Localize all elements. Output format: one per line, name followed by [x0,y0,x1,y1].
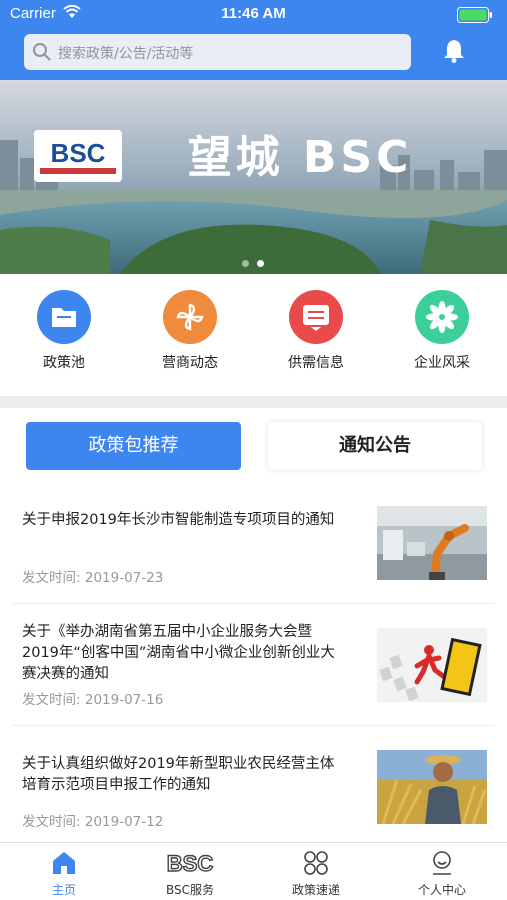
tab-policy-recommend[interactable]: 政策包推荐 [26,422,241,470]
quick-item-label: 企业风采 [414,355,470,371]
top-header: 搜索政策/公告/活动等 [0,28,507,80]
quick-item-label: 政策池 [43,355,85,371]
quick-item-label: 供需信息 [288,355,344,371]
status-bar: Carrier 11:46 AM [0,0,507,28]
grid-circles-icon [304,851,328,875]
pager-dot[interactable] [242,260,249,267]
section-divider [0,396,507,408]
quick-item-label: 营商动态 [162,355,218,371]
quick-item-enterprise-showcase[interactable]: 企业风采 [392,290,492,372]
list-item[interactable]: 关于《举办湖南省第五届中小企业服务大会暨2019年“创客中国”湖南省中小微企业创… [12,604,495,726]
bottom-tab-bar: 主页 BSC BSC服务 政策速递 个人中心 [0,842,507,900]
quick-item-policy-pool[interactable]: 政策池 [14,290,114,372]
news-list: 关于申报2019年长沙市智能制造专项项目的通知 发文时间: 2019-07-23… [0,482,507,848]
tabbar-item-profile[interactable]: 个人中心 [392,849,492,898]
news-date: 发文时间: 2019-07-12 [22,814,164,830]
quick-menu: 政策池 营商动态 供需信息 企业风采 [0,274,507,396]
search-placeholder: 搜索政策/公告/活动等 [58,46,194,62]
content-tabs: 政策包推荐 通知公告 [0,408,507,482]
entrepreneur-photo [377,628,487,702]
list-item[interactable]: 关于申报2019年长沙市智能制造专项项目的通知 发文时间: 2019-07-23 [12,482,495,604]
hero-banner[interactable]: BSC 望城 BSC [0,80,507,274]
farmer-photo [377,750,487,824]
tabbar-label: 政策速递 [291,883,340,897]
search-input[interactable]: 搜索政策/公告/活动等 [24,34,411,70]
banner-pager[interactable] [238,252,268,271]
tabbar-item-policy-express[interactable]: 政策速递 [266,849,366,898]
tabbar-item-home[interactable]: 主页 [14,849,114,898]
quick-item-business-news[interactable]: 营商动态 [140,290,240,372]
tab-notices[interactable]: 通知公告 [268,422,482,470]
news-title: 关于认真组织做好2019年新型职业农民经营主体培育示范项目申报工作的通知 [22,756,335,793]
home-icon [53,852,75,874]
folder-icon [52,308,76,327]
banner-logo-text: BSC [51,138,106,168]
search-icon [33,43,51,61]
robot-arm-photo [377,506,487,580]
news-title: 关于《举办湖南省第五届中小企业服务大会暨2019年“创客中国”湖南省中小微企业创… [22,624,335,682]
banner-title: 望城 BSC [188,132,413,183]
news-date: 发文时间: 2019-07-23 [22,570,164,586]
flower-icon [426,301,458,333]
clock: 11:46 AM [221,5,286,22]
user-icon [433,851,451,875]
banner-image: BSC 望城 BSC [0,80,507,274]
list-item[interactable]: 关于认真组织做好2019年新型职业农民经营主体培育示范项目申报工作的通知 发文时… [12,726,495,848]
battery-icon [457,7,492,23]
tabbar-label: BSC服务 [165,883,215,897]
news-title: 关于申报2019年长沙市智能制造专项项目的通知 [22,512,335,528]
news-date: 发文时间: 2019-07-16 [22,692,164,708]
exchange-icon [303,305,329,331]
quick-item-supply-demand[interactable]: 供需信息 [266,290,366,372]
tabbar-item-bsc-service[interactable]: BSC BSC服务 [140,849,240,898]
pinwheel-icon [176,303,204,331]
bell-icon[interactable] [442,38,466,64]
bsc-logo-icon: BSC [166,851,214,875]
tabbar-label: 主页 [51,883,76,897]
tabbar-label: 个人中心 [417,883,466,897]
pager-dot-active[interactable] [257,260,264,267]
svg-text:BSC: BSC [167,851,214,875]
